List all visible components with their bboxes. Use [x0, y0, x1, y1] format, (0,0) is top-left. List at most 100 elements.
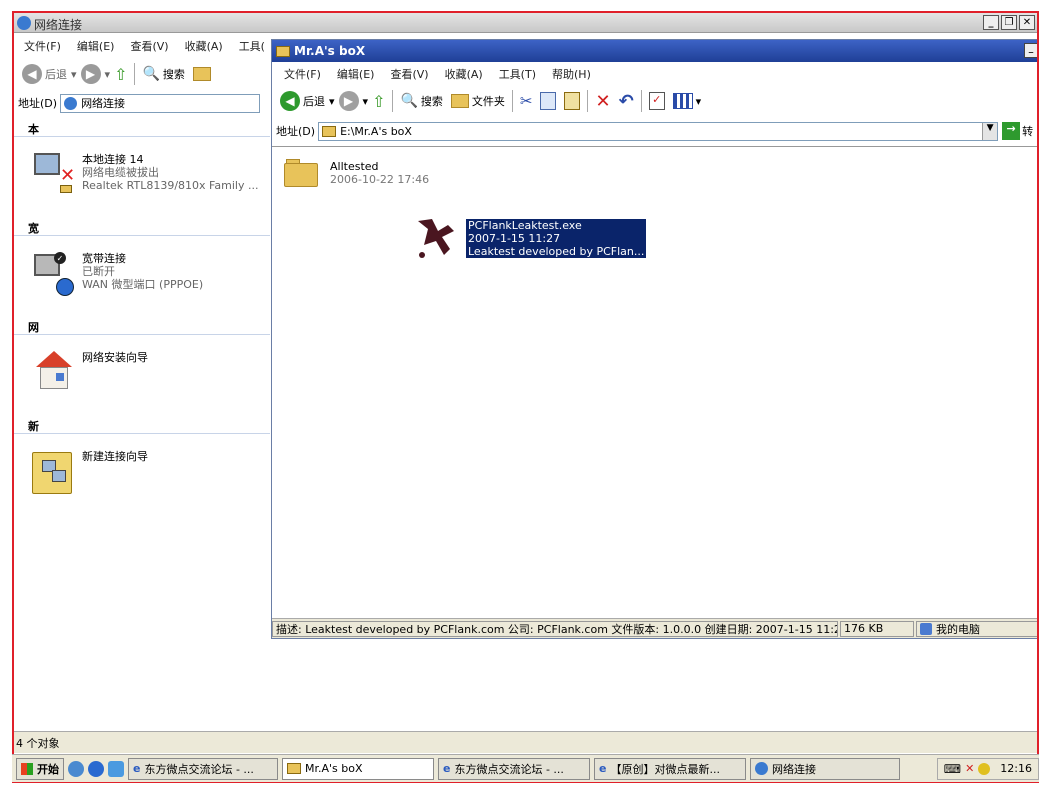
taskbar-item-forum-2[interactable]: e 东方微点交流论坛 - ... — [438, 757, 590, 780]
start-button[interactable]: 开始 — [16, 757, 64, 780]
connection-device: Realtek RTL8139/810x Family ... — [82, 179, 259, 192]
back-address-bar: 地址(D) 网络连接 — [18, 92, 261, 114]
connection-name: 宽带连接 — [82, 252, 126, 265]
status-zone: 我的电脑 — [916, 620, 1037, 637]
taskbar-item-label: 东方微点交流论坛 - ... — [144, 762, 254, 776]
connection-name: 本地连接 14 — [82, 153, 144, 166]
menu-file[interactable]: 文件(F) — [276, 66, 329, 82]
properties-button[interactable]: ✓ — [645, 89, 669, 113]
taskbar-item-mrabox[interactable]: Mr.A's boX — [282, 757, 434, 780]
start-label: 开始 — [37, 762, 59, 776]
taskbar-item-network[interactable]: 网络连接 — [750, 757, 900, 780]
group-local: 本 — [14, 121, 270, 137]
back-toolbar: ◀ 后退 ▾ ▶ ▾ ⇧ 🔍 搜索 — [18, 60, 215, 88]
back-menubar: 文件(F) 编辑(E) 查看(V) 收藏(A) 工具( — [16, 36, 273, 56]
up-folder-icon: ⇧ — [114, 64, 128, 84]
menu-edit[interactable]: 编辑(E) — [69, 38, 123, 54]
network-icon — [17, 16, 31, 30]
ie-icon: e — [599, 762, 607, 775]
close-button[interactable]: ✕ — [1019, 15, 1035, 30]
menu-help[interactable]: 帮助(H) — [544, 66, 599, 82]
status-description: 描述: Leaktest developed by PCFlank.com 公司… — [272, 620, 838, 637]
restore-button[interactable]: ❐ — [1001, 15, 1017, 30]
new-connection-icon — [32, 450, 76, 498]
connection-broadband[interactable]: ✓ 宽带连接 已断开 WAN 微型端口 (PPPOE) — [32, 252, 203, 296]
wizard-name: 网络安装向导 — [82, 351, 148, 364]
minimize-button[interactable]: _ — [1024, 43, 1037, 58]
address-field[interactable]: 网络连接 — [60, 93, 261, 113]
scissors-icon: ✂ — [519, 92, 533, 110]
taskbar-item-original[interactable]: e 【原创】对微点最新... — [594, 757, 746, 780]
clock: 12:16 — [1000, 762, 1032, 775]
local-connection-icon: ✕ — [32, 153, 76, 197]
up-button[interactable]: ⇧ — [110, 62, 131, 86]
connection-local-area[interactable]: ✕ 本地连接 14 网络电缆被拔出 Realtek RTL8139/810x F… — [32, 153, 258, 197]
taskbar-item-forum-1[interactable]: e 东方微点交流论坛 - ... — [128, 757, 278, 780]
views-button[interactable]: ▾ — [669, 89, 706, 113]
copy-button[interactable] — [536, 89, 560, 113]
file-date: 2006-10-22 17:46 — [330, 173, 430, 186]
quicklaunch-ie-icon[interactable] — [88, 760, 104, 777]
address-field[interactable]: E:\Mr.A's boX ▼ — [318, 121, 999, 141]
menu-edit[interactable]: 编辑(E) — [329, 66, 383, 82]
back-button[interactable]: ◀ 后退 — [276, 89, 329, 113]
network-icon — [755, 762, 768, 775]
group-broadband: 宽 — [14, 220, 270, 236]
file-item-leaktest[interactable]: PCFlankLeaktest.exe 2007-1-15 11:27 Leak… — [414, 215, 647, 261]
undo-button[interactable]: ↶ — [615, 89, 638, 113]
menu-tools[interactable]: 工具( — [231, 38, 273, 54]
menu-view[interactable]: 查看(V) — [122, 38, 176, 54]
new-connection-wizard[interactable]: 新建连接向导 — [32, 450, 148, 498]
security-icon[interactable] — [978, 762, 991, 775]
network-disconnected-icon[interactable]: ✕ — [965, 762, 974, 775]
keyboard-icon[interactable]: ⌨ — [944, 762, 961, 776]
folder-icon — [450, 94, 469, 108]
go-button[interactable]: → 转 — [1002, 122, 1033, 140]
quicklaunch-ie2-icon[interactable] — [108, 760, 124, 777]
forward-arrow-icon: ▶ — [80, 64, 101, 84]
group-header: 本 — [14, 121, 270, 137]
file-date: 2007-1-15 11:27 — [468, 231, 561, 245]
quicklaunch-messenger-icon[interactable] — [68, 760, 84, 777]
forward-button[interactable]: ▶ — [335, 89, 363, 113]
forward-button[interactable]: ▶ — [77, 62, 105, 86]
menu-file[interactable]: 文件(F) — [16, 38, 69, 54]
paste-button[interactable] — [560, 89, 584, 113]
back-arrow-icon: ◀ — [280, 91, 300, 111]
system-tray: ⌨ ✕ 12:16 — [936, 757, 1039, 780]
up-button[interactable]: ⇧ — [368, 89, 389, 113]
back-button[interactable]: ◀ 后退 — [18, 62, 71, 86]
folder-icon — [192, 67, 211, 81]
delete-button[interactable]: ✕ — [591, 89, 614, 113]
folders-button[interactable]: 文件夹 — [447, 89, 509, 113]
menu-favorites[interactable]: 收藏(A) — [177, 38, 231, 54]
up-folder-icon: ⇧ — [372, 91, 386, 111]
explorer-window: Mr.A's boX _ 文件(F) 编辑(E) 查看(V) 收藏(A) 工具(… — [271, 39, 1037, 639]
address-label: 地址(D) — [18, 97, 58, 110]
search-button[interactable]: 🔍 搜索 — [138, 62, 188, 86]
zone-label: 我的电脑 — [936, 622, 980, 636]
cut-button[interactable]: ✂ — [516, 89, 537, 113]
folders-button[interactable] — [189, 62, 215, 86]
address-dropdown-icon[interactable]: ▼ — [982, 122, 998, 140]
search-button[interactable]: 🔍 搜索 — [396, 89, 446, 113]
ie-icon: e — [443, 762, 451, 775]
taskbar-item-label: 东方微点交流论坛 - ... — [454, 762, 564, 776]
computer-icon — [920, 622, 932, 635]
menu-tools[interactable]: 工具(T) — [491, 66, 544, 82]
taskbar-item-label: 网络连接 — [772, 762, 816, 776]
back-window-titlebar[interactable]: 网络连接 _ ❐ ✕ — [14, 13, 1037, 33]
back-arrow-icon: ◀ — [22, 64, 42, 84]
undo-icon: ↶ — [618, 90, 634, 112]
minimize-button[interactable]: _ — [983, 15, 999, 30]
paste-icon — [564, 92, 581, 110]
network-setup-wizard[interactable]: 网络安装向导 — [32, 351, 148, 399]
menu-favorites[interactable]: 收藏(A) — [437, 66, 491, 82]
broadband-connection-icon: ✓ — [32, 252, 76, 296]
go-arrow-icon: → — [1002, 122, 1021, 140]
group-header: 新 — [14, 418, 270, 434]
menu-view[interactable]: 查看(V) — [382, 66, 436, 82]
file-item-alltested[interactable]: Alltested 2006-10-22 17:46 — [284, 159, 429, 187]
front-address-bar: 地址(D) E:\Mr.A's boX ▼ → 转 — [276, 120, 1033, 142]
front-window-titlebar[interactable]: Mr.A's boX _ — [272, 40, 1037, 62]
